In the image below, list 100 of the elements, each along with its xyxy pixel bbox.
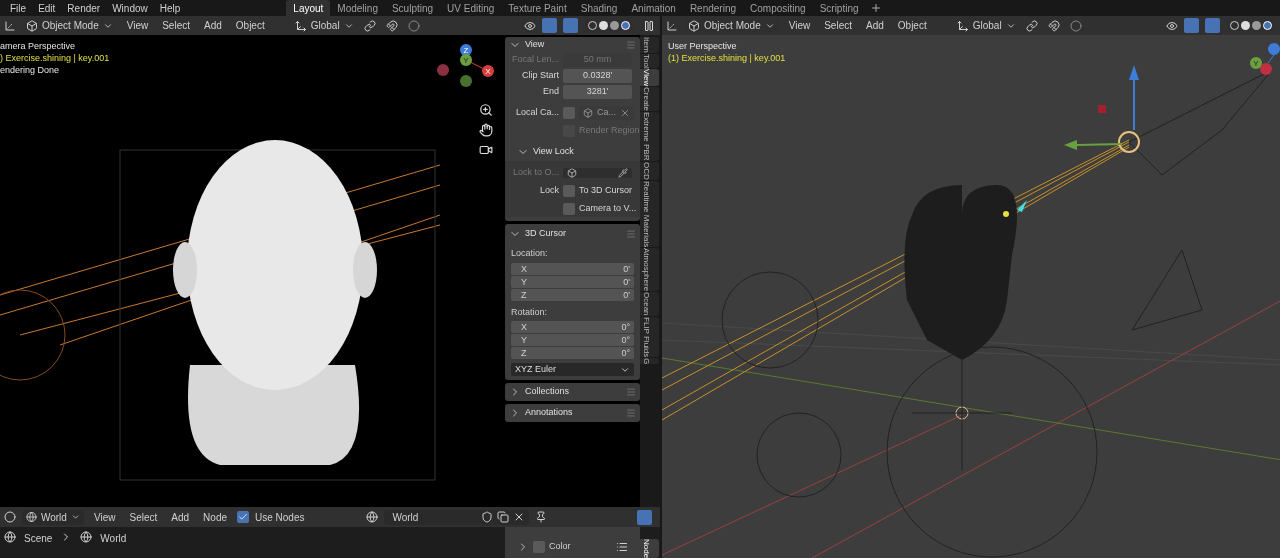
hand-icon[interactable]	[479, 123, 493, 137]
menu-item[interactable]: Add	[862, 18, 888, 33]
breadcrumb-item[interactable]: Scene	[24, 531, 53, 546]
vector-field[interactable]: Z 0°	[511, 347, 634, 359]
menu-item[interactable]: Add	[200, 18, 226, 33]
panel-title[interactable]: Collections	[525, 385, 622, 399]
menu-item[interactable]: Select	[125, 509, 162, 525]
sidebar-tab[interactable]: G	[640, 358, 659, 365]
link-icon[interactable]	[363, 19, 376, 32]
globe-icon[interactable]	[366, 511, 379, 523]
drag-handle-icon[interactable]	[626, 40, 636, 50]
menu-item[interactable]: View	[90, 509, 120, 525]
workspace-tab[interactable]: Layout	[286, 0, 331, 16]
checkbox[interactable]	[533, 540, 545, 553]
checkbox[interactable]	[563, 185, 575, 197]
checkbox-label[interactable]: To 3D Cursor	[579, 184, 632, 198]
drag-handle-icon[interactable]	[626, 408, 636, 418]
property-label: End	[542, 85, 559, 99]
vector-field[interactable]: Y 0°	[511, 334, 634, 346]
link-icon[interactable]	[1025, 19, 1038, 32]
menu-item[interactable]: View	[784, 18, 815, 33]
list-icon[interactable]	[616, 540, 628, 553]
panel-title[interactable]: View	[525, 38, 622, 52]
magnet-icon[interactable]	[1047, 19, 1060, 32]
dot-icon[interactable]	[1069, 19, 1082, 32]
menu-item[interactable]: Edit	[32, 0, 62, 16]
menu-item[interactable]: Object	[231, 18, 269, 33]
drag-handle-icon[interactable]	[626, 229, 636, 239]
menu-item[interactable]: Render	[61, 0, 107, 16]
shield-icon[interactable]	[481, 511, 494, 523]
axis-gizmo[interactable]: Y	[1250, 41, 1280, 81]
menu-item[interactable]: Select	[820, 18, 856, 33]
panel-title[interactable]: Annotations	[525, 406, 622, 420]
workspace-tab[interactable]: UV Editing	[440, 0, 502, 16]
sidebar-tab[interactable]: Atmosphere	[640, 247, 659, 292]
menu-item[interactable]: View	[122, 18, 153, 33]
menu-item[interactable]: Window	[106, 0, 154, 16]
editor-type-icon[interactable]	[666, 19, 678, 32]
vector-field[interactable]: X 0°	[511, 321, 634, 333]
checkbox-label[interactable]: Use Nodes	[255, 509, 305, 525]
drag-handle-icon[interactable]	[626, 387, 636, 397]
pin-icon[interactable]	[535, 511, 548, 523]
dot-icon[interactable]	[407, 19, 420, 32]
workspace-tab[interactable]: Modeling	[330, 0, 385, 16]
sidebar-tab[interactable]: FLIP Fluids	[640, 316, 659, 357]
world-data-field[interactable]: World	[384, 509, 530, 525]
sidebar-tab[interactable]: Node	[640, 538, 659, 558]
menu-item[interactable]: Node	[199, 509, 231, 525]
menu-item[interactable]: Add	[167, 509, 194, 525]
workspace-tab[interactable]: Rendering	[682, 0, 744, 16]
panel-title[interactable]: 3D Cursor	[525, 227, 622, 241]
menu-item[interactable]: Help	[153, 0, 187, 16]
sidebar-tab[interactable]: Tool	[640, 53, 659, 69]
panel-title[interactable]: Color	[549, 539, 612, 554]
workspace-tab[interactable]: Texture Paint	[501, 0, 574, 16]
number-field[interactable]: 0.0328'	[563, 69, 632, 83]
pause-icon[interactable]	[643, 19, 655, 32]
eye-icon[interactable]	[1166, 19, 1178, 32]
checkbox-label[interactable]: Camera to V...	[579, 202, 637, 216]
sidebar-tab[interactable]: Ocean	[640, 292, 659, 316]
workspace-tab[interactable]: Shading	[573, 0, 625, 16]
workspace-tab[interactable]: Animation	[624, 0, 683, 16]
sidebar-tab[interactable]: OCD	[640, 161, 659, 180]
copy-icon[interactable]	[497, 511, 510, 523]
property-label: Lock	[539, 184, 559, 198]
sidebar-tab[interactable]: View	[640, 69, 659, 87]
camera-icon[interactable]	[479, 143, 493, 157]
sidebar-tab[interactable]: Create	[640, 87, 659, 112]
menu-item[interactable]: File	[4, 0, 33, 16]
vector-field[interactable]: X 0'	[511, 262, 634, 275]
world-dropdown[interactable]: World	[22, 509, 84, 525]
sidebar-tab[interactable]: Realtime Materials	[640, 180, 659, 247]
eye-icon[interactable]	[524, 19, 536, 32]
rotation-mode-dropdown[interactable]: XYZ Euler	[511, 363, 634, 376]
workspace-tab[interactable]: Sculpting	[384, 0, 441, 16]
orientation-dropdown[interactable]: Global	[952, 18, 1020, 33]
close-icon	[620, 108, 630, 118]
add-workspace-icon[interactable]	[869, 2, 882, 14]
checkbox[interactable]	[563, 107, 575, 119]
camera-viewport[interactable]: amera Perspective ) Exercise.shining | key.001 endering Done Z Y X	[0, 35, 505, 507]
workspace-tab[interactable]: Scripting	[812, 0, 866, 16]
vector-field[interactable]: Z 0'	[511, 288, 634, 301]
zoom-icon[interactable]	[479, 103, 493, 117]
orientation-dropdown[interactable]: Global	[290, 18, 358, 33]
editor-type-icon[interactable]	[4, 511, 16, 523]
vector-field[interactable]: Y 0'	[511, 275, 634, 288]
checkbox[interactable]	[237, 511, 249, 523]
editor-type-icon[interactable]	[4, 19, 16, 32]
workspace-tab[interactable]: Compositing	[743, 0, 813, 16]
magnet-icon[interactable]	[385, 19, 398, 32]
subpanel-title[interactable]: View Lock	[533, 145, 574, 159]
sidebar-tab[interactable]: Extreme PBR	[640, 112, 659, 161]
checkbox[interactable]	[563, 203, 575, 215]
menu-item[interactable]: Object	[893, 18, 931, 33]
menu-item[interactable]: Select	[158, 18, 194, 33]
sidebar-tab[interactable]: Item	[640, 37, 659, 53]
axis-gizmo[interactable]: Z Y X	[435, 43, 495, 88]
property-label: Clip Start	[521, 69, 559, 83]
breadcrumb-item[interactable]: World	[100, 531, 127, 546]
number-field[interactable]: 3281'	[563, 85, 632, 99]
